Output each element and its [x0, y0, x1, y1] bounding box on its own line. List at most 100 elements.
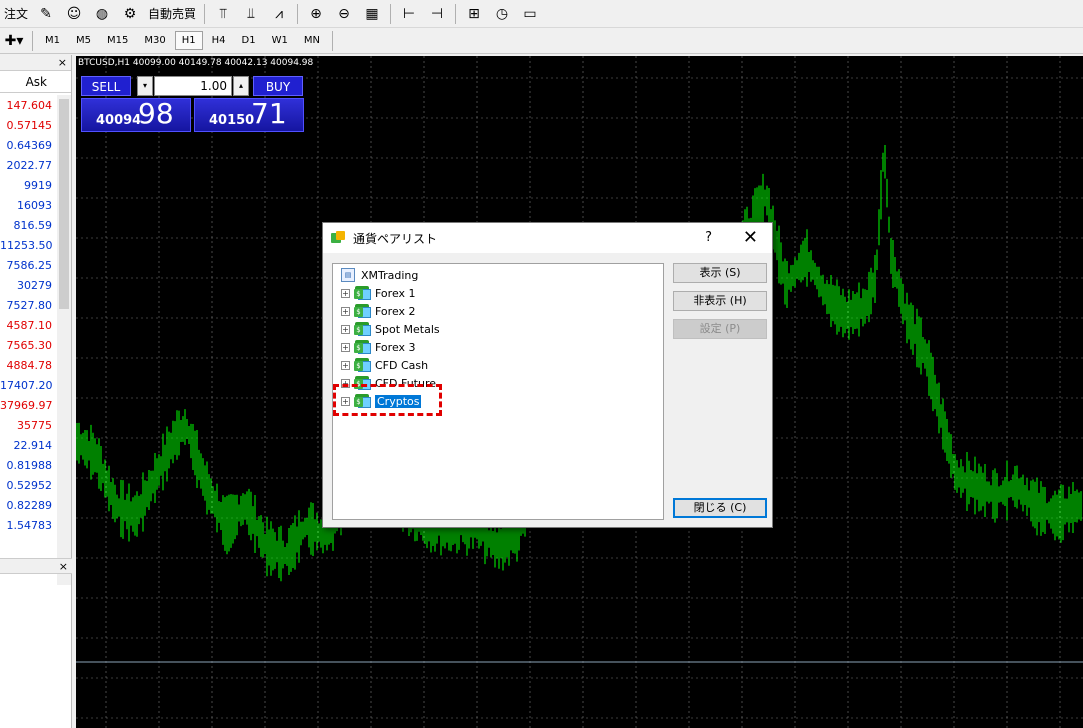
close-icon[interactable]: ×	[59, 560, 68, 573]
zoom-in-icon[interactable]: ⊕	[305, 3, 327, 25]
ask-value[interactable]: 17407.20	[0, 375, 56, 395]
scrollbar-thumb[interactable]	[59, 99, 69, 309]
close-button[interactable]: ✕	[743, 227, 758, 248]
globe-icon[interactable]: ◍	[91, 3, 113, 25]
expand-icon[interactable]: +	[341, 342, 350, 352]
crosshair-dropdown-icon[interactable]: ✚▾	[3, 30, 25, 52]
ask-value[interactable]: 0.52952	[0, 475, 56, 495]
tree-root[interactable]: ▤ XMTrading	[341, 266, 418, 284]
ask-value[interactable]: 4587.10	[0, 315, 56, 335]
templates-icon[interactable]: ▭	[519, 3, 541, 25]
ask-value[interactable]: 4884.78	[0, 355, 56, 375]
ask-value[interactable]: 0.57145	[0, 115, 56, 135]
ask-value[interactable]: 22.914	[0, 435, 56, 455]
pencil-icon[interactable]: ✎	[35, 3, 57, 25]
toolbar-separator	[204, 3, 206, 24]
tile-windows-icon[interactable]: ▦	[361, 3, 383, 25]
chart-symbol-info: BTCUSD,H1 40099.00 40149.78 40042.13 400…	[78, 58, 314, 68]
candlestick-icon[interactable]: ⫫	[240, 3, 262, 25]
ask-value[interactable]: 7586.25	[0, 255, 56, 275]
tree-group-label: CFD Cash	[375, 358, 429, 372]
tree-group-label: Forex 2	[375, 304, 416, 318]
timeframe-d1[interactable]: D1	[235, 31, 263, 50]
expand-icon[interactable]: +	[341, 306, 350, 316]
tree-group-forex-2[interactable]: + $ Forex 2	[341, 302, 416, 320]
symbols-dialog-icon	[331, 231, 345, 245]
lot-size-input[interactable]: 1.00	[154, 76, 232, 96]
expand-icon[interactable]: +	[341, 360, 350, 370]
show-button[interactable]: 表示 (S)	[673, 263, 767, 283]
ask-value[interactable]: 30279	[0, 275, 56, 295]
tree-group-label: Forex 1	[375, 286, 416, 300]
user-icon[interactable]: ☺	[63, 3, 85, 25]
timeframe-w1[interactable]: W1	[265, 31, 295, 50]
timeframe-m15[interactable]: M15	[100, 31, 135, 50]
ask-value[interactable]: 0.64369	[0, 135, 56, 155]
ask-value[interactable]: 2022.77	[0, 155, 56, 175]
timeframe-h1[interactable]: H1	[174, 31, 203, 50]
symbols-dialog: 通貨ペアリスト ? ✕ ▤ XMTrading + $ Forex 1 + $ Forex…	[322, 222, 773, 528]
timeframe-m30[interactable]: M30	[137, 31, 172, 50]
toolbar-separator	[297, 3, 299, 24]
tree-group-cfd-cash[interactable]: + $ CFD Cash	[341, 356, 428, 374]
properties-button[interactable]: 設定 (P)	[673, 319, 767, 339]
sell-price-box[interactable]: 40094 98	[81, 97, 191, 132]
hide-button[interactable]: 非表示 (H)	[673, 291, 767, 311]
toolbar-separator	[32, 30, 33, 51]
symbol-folder-icon: $	[353, 304, 371, 318]
lot-increase-button[interactable]: ▴	[233, 76, 249, 96]
timeframe-m5[interactable]: M5	[69, 31, 98, 50]
indicators-icon[interactable]: ⊞	[463, 3, 485, 25]
symbol-tree: ▤ XMTrading + $ Forex 1 + $ Forex 2 + $ Spot Met…	[332, 263, 664, 520]
sell-price-pips: 98	[138, 97, 174, 130]
symbol-folder-icon: $	[353, 358, 371, 372]
toolbar-separator	[390, 3, 392, 24]
sell-button[interactable]: SELL	[81, 76, 131, 96]
ask-value[interactable]: 9919	[0, 175, 56, 195]
tree-group-forex-1[interactable]: + $ Forex 1	[341, 284, 416, 302]
timeframe-mn[interactable]: MN	[297, 31, 327, 50]
ask-value[interactable]: 11253.50	[0, 235, 56, 255]
help-button[interactable]: ?	[705, 230, 712, 245]
timeframe-m1[interactable]: M1	[38, 31, 67, 50]
timeframe-h4[interactable]: H4	[205, 31, 233, 50]
tree-group-forex-3[interactable]: + $ Forex 3	[341, 338, 416, 356]
ask-value[interactable]: 0.82289	[0, 495, 56, 515]
ask-value[interactable]: 7527.80	[0, 295, 56, 315]
expand-icon[interactable]: +	[341, 288, 350, 298]
server-icon: ▤	[341, 268, 355, 282]
ask-value[interactable]: 0.81988	[0, 455, 56, 475]
auto-trade-icon[interactable]: ⚙	[119, 3, 141, 25]
buy-button[interactable]: BUY	[253, 76, 303, 96]
close-icon[interactable]: ×	[58, 56, 67, 69]
auto-scroll-icon[interactable]: ⊣	[426, 3, 448, 25]
ask-value[interactable]: 147.604	[0, 95, 56, 115]
new-order-button[interactable]: 注文	[0, 5, 32, 22]
main-toolbar: 注文 ✎ ☺ ◍ ⚙ 自動売買 ⫪ ⫫ ⩘ ⊕ ⊖ ▦ ⊢ ⊣ ⊞ ◷ ▭	[0, 0, 1083, 28]
bar-chart-icon[interactable]: ⫪	[212, 3, 234, 25]
ask-value[interactable]: 816.59	[0, 215, 56, 235]
ask-column-header[interactable]: Ask	[0, 71, 71, 93]
buy-price-box[interactable]: 40150 71	[194, 97, 304, 132]
buy-price-prefix: 40150	[209, 113, 255, 128]
ask-value[interactable]: 35775	[0, 415, 56, 435]
market-watch-header: ×	[0, 55, 71, 71]
line-chart-icon[interactable]: ⩘	[268, 3, 290, 25]
timeframe-toolbar: ✚▾ M1 M5 M15 M30 H1 H4 D1 W1 MN	[0, 28, 1083, 54]
market-watch-scrollbar[interactable]	[57, 95, 71, 585]
toolbar-separator	[455, 3, 457, 24]
ask-value[interactable]: 37969.97	[0, 395, 56, 415]
dialog-close-button[interactable]: 閉じる (C)	[673, 498, 767, 518]
expand-icon[interactable]: +	[341, 324, 350, 334]
periods-icon[interactable]: ◷	[491, 3, 513, 25]
ask-value[interactable]: 1.54783	[0, 515, 56, 535]
ask-value[interactable]: 7565.30	[0, 335, 56, 355]
auto-trade-button[interactable]: 自動売買	[144, 5, 200, 22]
ask-value[interactable]: 16093	[0, 195, 56, 215]
zoom-out-icon[interactable]: ⊖	[333, 3, 355, 25]
tree-group-spot-metals[interactable]: + $ Spot Metals	[341, 320, 440, 338]
lot-decrease-button[interactable]: ▾	[137, 76, 153, 96]
market-watch-panel: × Ask 147.604 0.57145 0.64369 2022.77 9919 16…	[0, 55, 72, 728]
chart-shift-icon[interactable]: ⊢	[398, 3, 420, 25]
symbol-folder-icon: $	[353, 322, 371, 336]
